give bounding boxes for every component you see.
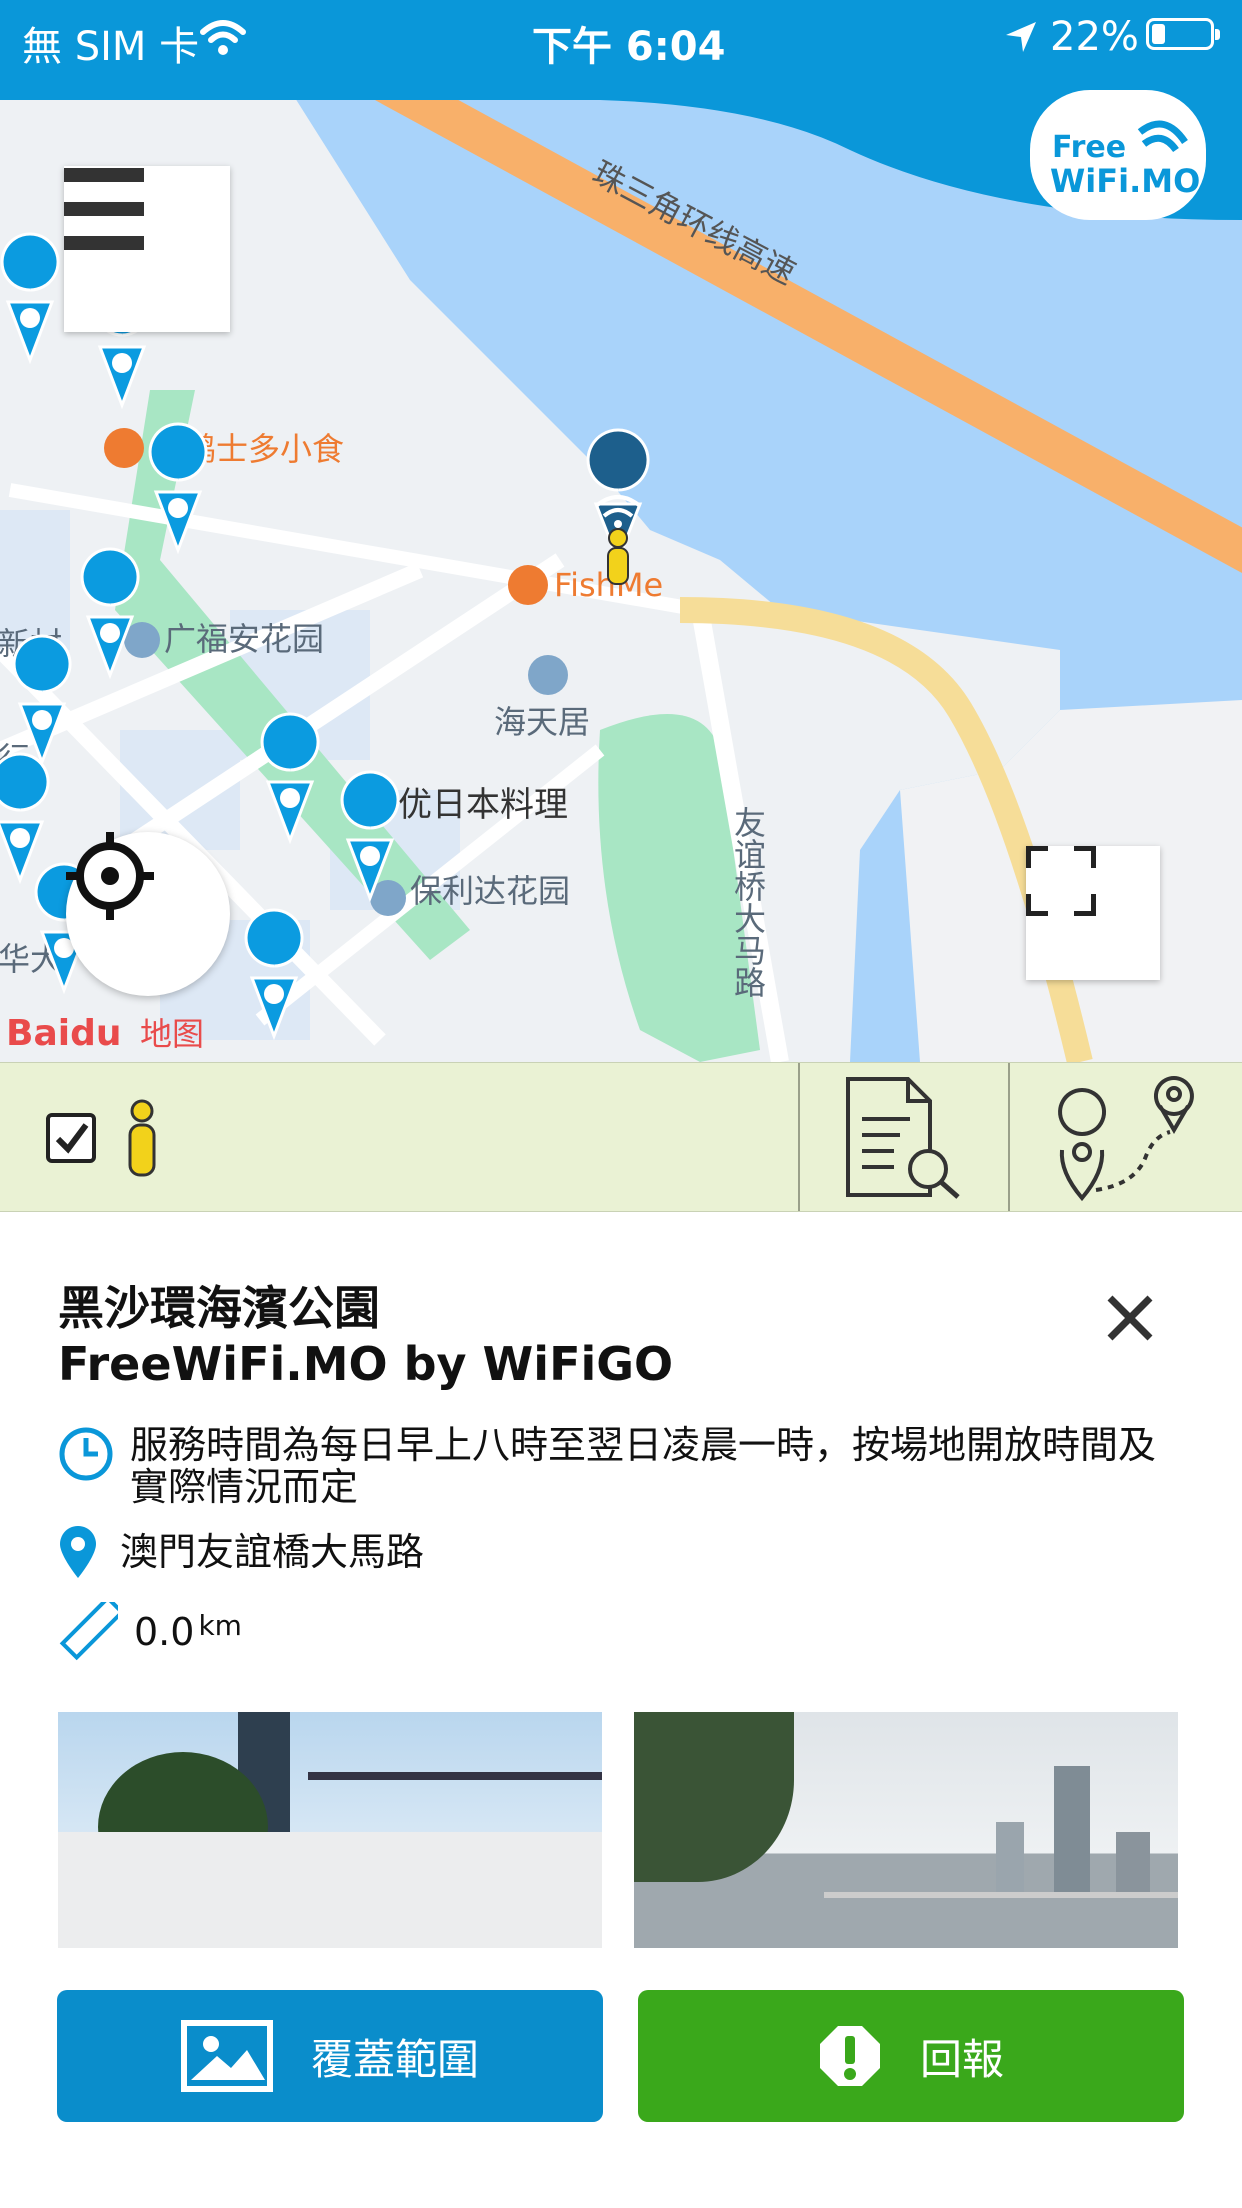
hours-row: 服務時間為每日早上八時至翌日凌晨一時，按場地開放時間及實際情況而定 <box>58 1424 1198 1508</box>
hotspot-photo[interactable] <box>58 1712 602 1948</box>
hotspot-photo[interactable] <box>634 1712 1178 1948</box>
checkbox-icon <box>55 1123 89 1154</box>
wifi-logo-icon <box>1137 120 1188 153</box>
search-document-icon <box>846 1077 960 1199</box>
carrier-label: 無 SIM 卡 <box>22 24 200 70</box>
address-text: 澳門友誼橋大馬路 <box>120 1530 425 1574</box>
coverage-label: 覆蓋範圍 <box>310 2034 479 2084</box>
route-icon <box>1058 1076 1194 1202</box>
distance-value: 0.0 <box>134 1610 195 1654</box>
image-icon <box>180 2020 273 2092</box>
wifi-pin <box>0 232 60 365</box>
search-list-button[interactable] <box>800 1063 1008 1211</box>
building-icon <box>528 655 568 695</box>
coverage-button[interactable]: 覆蓋範圍 <box>57 1990 603 2122</box>
hours-text: 服務時間為每日早上八時至翌日凌晨一時，按場地開放時間及實際情況而定 <box>130 1423 1157 1509</box>
selected-wifi-pin[interactable] <box>586 428 650 585</box>
poi-baolida-label: 保利达花园 <box>410 872 570 910</box>
hotspot-provider: FreeWiFi.MO by WiFiGO <box>58 1337 674 1391</box>
address-row: 澳門友誼橋大馬路 <box>58 1524 424 1580</box>
location-pin-icon <box>60 1526 96 1578</box>
freewifi-logo: Free WiFi.MO <box>1030 90 1206 220</box>
battery-icon <box>1146 18 1220 50</box>
person-marker-icon <box>608 528 628 548</box>
map-toolbar <box>0 1062 1242 1212</box>
distance-row: 0.0 km <box>58 1602 242 1662</box>
locate-icon <box>66 832 154 920</box>
clock-icon <box>59 1427 113 1481</box>
logo-line1: Free <box>1052 130 1127 165</box>
poi-guangfu-label: 广福安花园 <box>164 620 324 658</box>
fullscreen-button[interactable] <box>1026 846 1160 980</box>
location-arrow-icon <box>1006 22 1036 52</box>
hotspot-detail-panel: 黑沙環海濱公園 FreeWiFi.MO by WiFiGO <box>58 1280 1188 1392</box>
hotspot-title: 黑沙環海濱公園 <box>58 1281 380 1335</box>
road-youyi-label: 友谊桥大马路 <box>729 806 767 998</box>
ruler-icon <box>59 1602 118 1661</box>
logo-line2: WiFi.MO <box>1050 162 1201 200</box>
wifi-pin <box>0 752 50 885</box>
locate-button[interactable] <box>66 832 230 996</box>
distance-unit: km <box>198 1609 242 1642</box>
fullscreen-icon <box>1026 846 1096 916</box>
show-person-checkbox[interactable] <box>46 1113 96 1163</box>
report-button[interactable]: 回報 <box>638 1990 1184 2122</box>
baidu-logo: Baidu <box>6 1013 121 1054</box>
baidu-map-label: 地图 <box>140 1015 204 1053</box>
battery-percent: 22% <box>1050 14 1139 60</box>
menu-button[interactable] <box>64 166 230 332</box>
menu-icon <box>64 168 144 250</box>
map-view[interactable]: 珠三角环线高速 铭鸿士多小食 FishMe 广福安花园 海天居 一优日本料理 保… <box>0 90 1242 1062</box>
alert-icon <box>819 2026 880 2086</box>
restaurant-icon <box>104 428 144 468</box>
report-label: 回報 <box>919 2034 1004 2084</box>
close-button[interactable] <box>1104 1292 1156 1344</box>
wifi-signal-icon <box>200 20 246 55</box>
clock: 下午 6:04 <box>532 24 726 70</box>
person-icon <box>128 1099 156 1177</box>
status-bar: 無 SIM 卡 下午 6:04 22% <box>0 0 1242 90</box>
restaurant-icon <box>508 565 548 605</box>
poi-haitian-label: 海天居 <box>494 703 590 741</box>
route-button[interactable] <box>1010 1063 1242 1211</box>
